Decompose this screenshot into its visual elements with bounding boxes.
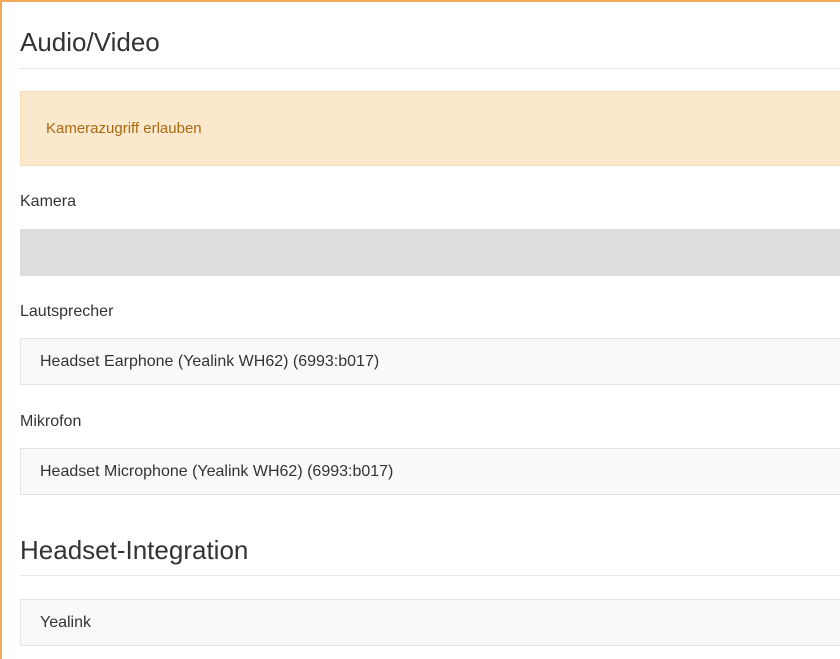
- headset-integration-select[interactable]: Yealink: [20, 599, 840, 646]
- camera-label: Kamera: [20, 193, 77, 210]
- camera-access-alert-text[interactable]: Kamerazugriff erlauben: [46, 120, 202, 137]
- microphone-label: Mikrofon: [20, 413, 82, 430]
- speaker-select-value: Headset Earphone (Yealink WH62) (6993:b0…: [40, 352, 380, 370]
- headset-integration-title: Headset-Integration: [20, 535, 249, 565]
- settings-panel: Audio/Video Kamerazugriff erlauben Kamer…: [0, 0, 840, 659]
- speaker-label: Lautsprecher: [20, 303, 114, 320]
- speaker-select[interactable]: Headset Earphone (Yealink WH62) (6993:b0…: [20, 338, 840, 385]
- audio-video-divider: [20, 68, 840, 69]
- headset-integration-select-value: Yealink: [40, 613, 92, 631]
- camera-select[interactable]: [20, 229, 840, 276]
- microphone-select[interactable]: Headset Microphone (Yealink WH62) (6993:…: [20, 448, 840, 495]
- microphone-select-value: Headset Microphone (Yealink WH62) (6993:…: [40, 462, 394, 480]
- headset-integration-divider: [20, 575, 840, 576]
- camera-access-alert[interactable]: Kamerazugriff erlauben: [20, 91, 840, 166]
- audio-video-title: Audio/Video: [20, 27, 160, 57]
